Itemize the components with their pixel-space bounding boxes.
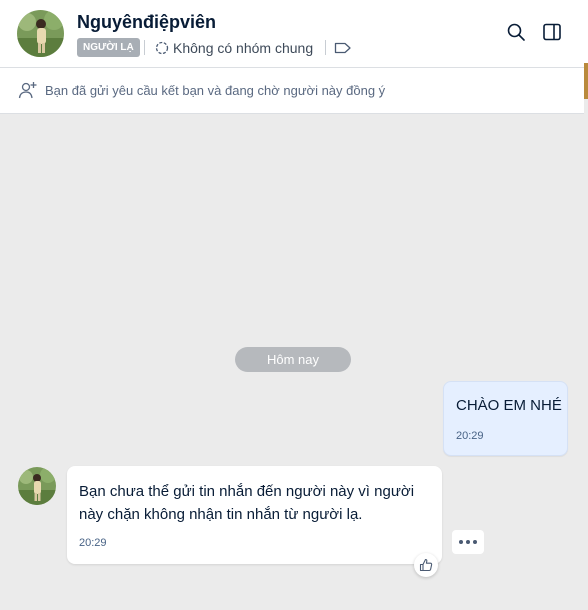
friend-request-notice: Bạn đã gửi yêu cầu kết bạn và đang chờ n… — [0, 68, 584, 114]
mutual-groups-label: Không có nhóm chung — [173, 40, 314, 56]
incoming-message[interactable]: Bạn chưa thể gửi tin nhắn đến người này … — [67, 466, 442, 564]
tag-icon[interactable] — [334, 41, 352, 60]
toggle-panel-button[interactable] — [540, 20, 564, 44]
contact-avatar-small[interactable] — [18, 467, 56, 505]
add-friend-icon — [18, 80, 38, 105]
thumbs-up-icon — [419, 558, 433, 572]
scroll-indicator — [584, 63, 588, 99]
divider — [325, 40, 326, 55]
message-text: Bạn chưa thể gửi tin nhắn đến người này … — [79, 483, 415, 523]
mutual-groups-info[interactable]: Không có nhóm chung — [155, 39, 313, 57]
message-text: CHÀO EM NHÉ — [456, 397, 562, 414]
message-time: 20:29 — [79, 537, 107, 549]
outgoing-message[interactable]: CHÀO EM NHÉ 20:29 — [443, 381, 568, 456]
more-options-icon — [466, 540, 470, 544]
react-like-button[interactable] — [414, 553, 438, 577]
stranger-badge: NGƯỜI LẠ — [77, 38, 140, 57]
notice-text: Bạn đã gửi yêu cầu kết bạn và đang chờ n… — [45, 83, 386, 98]
search-icon — [507, 23, 525, 41]
circle-dashed-icon — [155, 41, 169, 55]
chat-header: Nguyênđiệpviên NGƯỜI LẠ Không có nhóm ch… — [0, 0, 588, 68]
more-options-icon — [459, 540, 463, 544]
more-options-button[interactable] — [452, 530, 484, 554]
search-button[interactable] — [504, 20, 528, 44]
message-time: 20:29 — [456, 430, 484, 442]
contact-avatar[interactable] — [17, 10, 64, 57]
contact-name: Nguyênđiệpviên — [77, 12, 217, 32]
date-divider: Hôm nay — [235, 347, 351, 372]
side-panel-icon — [543, 23, 561, 41]
more-options-icon — [473, 540, 477, 544]
divider — [144, 40, 145, 55]
